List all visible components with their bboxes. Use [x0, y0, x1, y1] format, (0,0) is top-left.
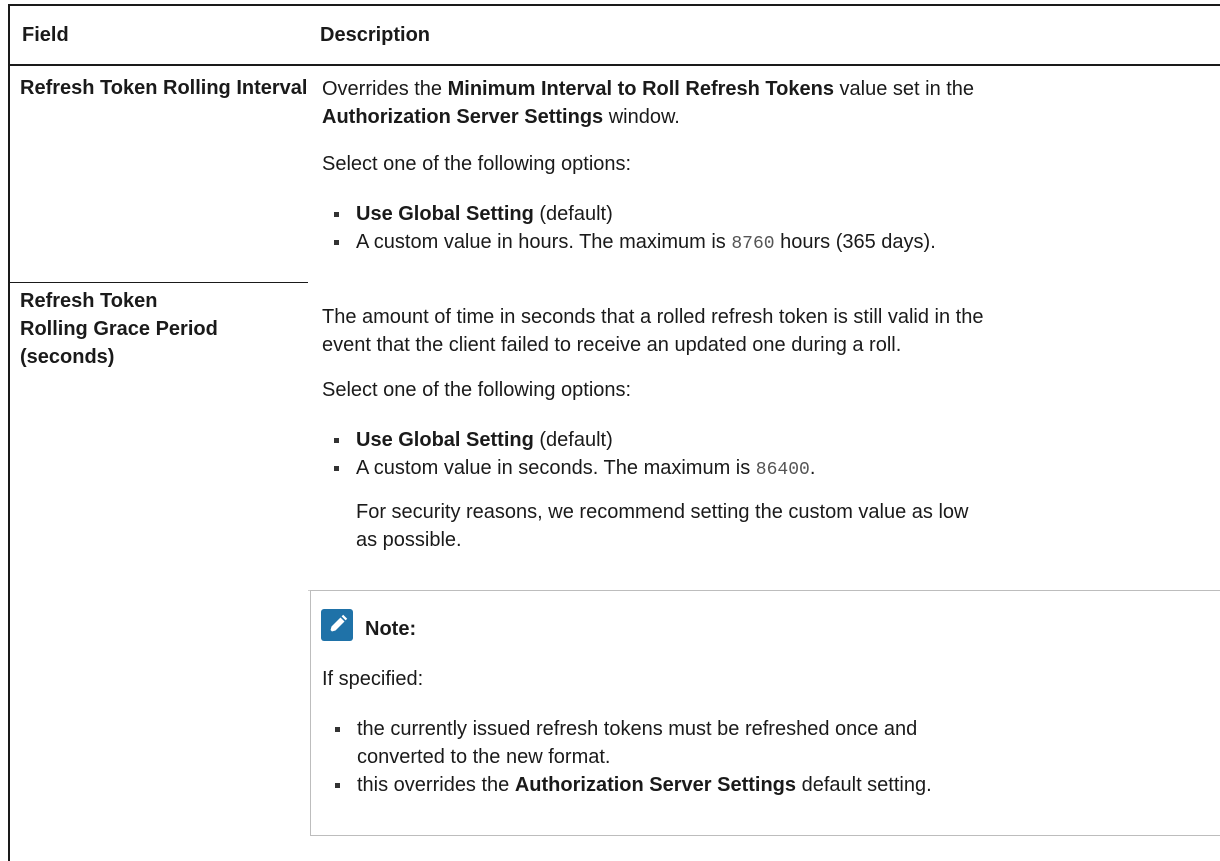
list-item: A custom value in seconds. The maximum i… — [332, 454, 1212, 484]
note-box: Note: If specified: the currently issued… — [310, 590, 1220, 836]
text: default setting. — [796, 774, 932, 796]
row2-field-line: (seconds) — [20, 346, 115, 368]
text: window. — [603, 106, 680, 128]
text: (default) — [533, 203, 613, 225]
settings-table: Field Description Refresh Token Rolling … — [8, 4, 1220, 861]
row1-field-text: Refresh Token Rolling Interval — [20, 77, 308, 99]
text: Overrides the — [322, 78, 448, 100]
list-item: this overrides the Authorization Server … — [333, 771, 1213, 799]
row2-field-line: Rolling Grace Period — [20, 318, 218, 340]
row2-description: The amount of time in seconds that a rol… — [322, 303, 1212, 359]
pencil-note-icon — [321, 609, 353, 641]
bullet-icon — [335, 783, 340, 788]
list-item: Use Global Setting (default) — [332, 200, 1212, 228]
text: value set in the — [833, 78, 975, 100]
text: the currently issued refresh tokens must… — [357, 718, 918, 740]
pencil-note-icon-svg — [329, 614, 348, 633]
text: A custom value in hours. The maximum is — [356, 231, 732, 253]
row2-options-list: Use Global Setting (default) A custom va… — [332, 426, 1212, 554]
text: A custom value in seconds. The maximum i… — [356, 457, 756, 479]
header-description: Description — [320, 24, 431, 46]
emph: Authorization Server Settings — [322, 106, 604, 128]
text: . — [809, 457, 816, 479]
header-field: Field — [22, 24, 69, 46]
row2-field-name: Refresh Token Rolling Grace Period (seco… — [20, 287, 310, 371]
code: 8760 — [731, 234, 775, 254]
text: as possible. — [356, 529, 462, 551]
note-list: the currently issued refresh tokens must… — [333, 715, 1213, 799]
row1-description: Overrides the Minimum Interval to Roll R… — [322, 75, 1212, 131]
code: 86400 — [755, 460, 810, 480]
bullet-icon — [334, 438, 339, 443]
row2-select-text: Select one of the following options: — [322, 379, 632, 401]
bullet-icon — [334, 212, 339, 217]
text: (default) — [533, 429, 613, 451]
text: The amount of time in seconds that a rol… — [322, 306, 984, 328]
text: this overrides the — [357, 774, 515, 796]
list-item: Use Global Setting (default) — [332, 426, 1212, 454]
emph: Use Global Setting — [356, 429, 534, 451]
emph: Authorization Server Settings — [514, 774, 797, 796]
bullet-icon — [334, 466, 339, 471]
note-intro: If specified: — [322, 668, 424, 690]
emph: Use Global Setting — [356, 203, 534, 225]
security-recommendation: For security reasons, we recommend setti… — [332, 498, 1212, 554]
row2-field-line: Refresh Token — [20, 290, 158, 312]
table-header: Field Description — [10, 6, 1220, 66]
row1-select-text: Select one of the following options: — [322, 153, 632, 175]
text: converted to the new format. — [357, 746, 611, 768]
bullet-icon — [334, 240, 339, 245]
emph: Minimum Interval to Roll Refresh Tokens — [447, 78, 834, 100]
text: event that the client failed to receive … — [322, 334, 902, 356]
row-divider — [10, 282, 308, 283]
text: hours (365 days). — [774, 231, 936, 253]
bullet-icon — [335, 727, 340, 732]
row1-options-list: Use Global Setting (default) A custom va… — [332, 200, 1212, 258]
text: For security reasons, we recommend setti… — [356, 501, 969, 523]
list-item: A custom value in hours. The maximum is … — [332, 228, 1212, 258]
row1-field-name: Refresh Token Rolling Interval — [20, 74, 310, 102]
list-item: the currently issued refresh tokens must… — [333, 715, 1213, 771]
note-title: Note: — [365, 618, 417, 640]
